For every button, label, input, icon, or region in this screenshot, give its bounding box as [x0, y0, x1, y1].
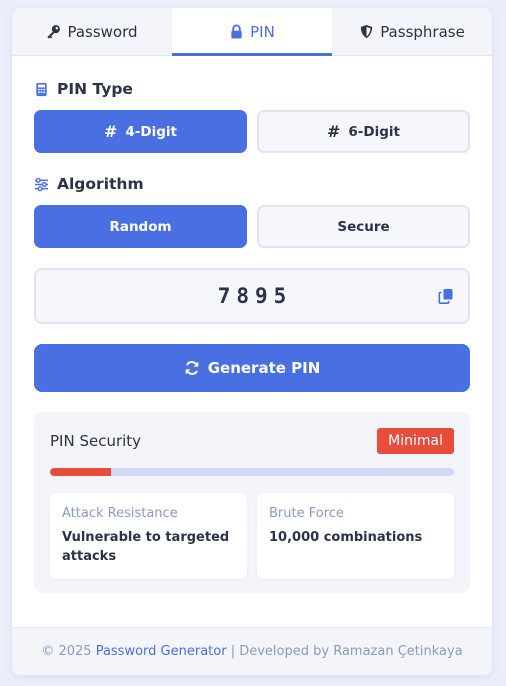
- footer-separator: |: [230, 644, 236, 659]
- algorithm-random-button[interactable]: Random: [34, 205, 247, 248]
- key-icon: [47, 25, 61, 39]
- algorithm-random-label: Random: [109, 218, 172, 235]
- tab-passphrase[interactable]: Passphrase: [332, 8, 492, 55]
- pin-value: 7895: [217, 284, 293, 308]
- copy-icon[interactable]: [438, 288, 454, 304]
- tab-bar: Password PIN Passphrase: [12, 8, 492, 56]
- strength-badge: Minimal: [377, 428, 454, 454]
- algorithm-options: Random Secure: [34, 205, 470, 248]
- pin-type-title: PIN Type: [57, 80, 133, 98]
- attack-resistance-card: Attack Resistance Vulnerable to targeted…: [50, 493, 247, 579]
- stat-label: Brute Force: [269, 506, 344, 521]
- pin-type-heading: PIN Type: [34, 80, 470, 98]
- security-stats: Attack Resistance Vulnerable to targeted…: [50, 493, 454, 579]
- tab-pin-label: PIN: [250, 22, 275, 41]
- lock-icon: [231, 24, 242, 39]
- pin-type-6-digit-button[interactable]: # 6-Digit: [257, 110, 470, 153]
- refresh-icon: [185, 361, 199, 375]
- calculator-icon: [36, 82, 47, 96]
- tab-passphrase-label: Passphrase: [380, 22, 465, 41]
- algorithm-title: Algorithm: [57, 175, 144, 193]
- stat-value: 10,000 combinations: [269, 530, 423, 545]
- generate-pin-label: Generate PIN: [207, 359, 321, 377]
- pin-type-options: # 4-Digit # 6-Digit: [34, 110, 470, 153]
- security-header: PIN Security Minimal: [50, 428, 454, 454]
- footer-copyright: © 2025: [41, 644, 92, 659]
- hash-icon: #: [327, 122, 341, 141]
- algorithm-secure-label: Secure: [337, 218, 390, 235]
- security-title: PIN Security: [50, 432, 142, 450]
- pin-type-6-digit-label: 6-Digit: [348, 123, 400, 140]
- sliders-icon: [34, 177, 49, 191]
- pin-security-panel: PIN Security Minimal Attack Resistance V…: [34, 412, 470, 593]
- shield-icon: [361, 24, 373, 39]
- pin-type-4-digit-label: 4-Digit: [125, 123, 177, 140]
- tab-pin[interactable]: PIN: [172, 8, 332, 56]
- hash-icon: #: [104, 122, 118, 141]
- tab-password-label: Password: [67, 22, 138, 41]
- algorithm-heading: Algorithm: [34, 175, 470, 193]
- stat-label: Attack Resistance: [62, 506, 178, 521]
- pin-panel: PIN Type # 4-Digit # 6-Digit Algorithm R…: [12, 80, 492, 593]
- algorithm-secure-button[interactable]: Secure: [257, 205, 470, 248]
- footer-link[interactable]: Password Generator: [96, 644, 227, 659]
- footer: © 2025 Password Generator | Developed by…: [12, 627, 492, 675]
- strength-meter-fill: [50, 468, 111, 476]
- brute-force-card: Brute Force 10,000 combinations: [257, 493, 454, 579]
- strength-meter: [50, 468, 454, 476]
- footer-credit: Developed by Ramazan Çetinkaya: [239, 644, 463, 659]
- pin-output-field[interactable]: 7895: [34, 268, 470, 324]
- stat-value: Vulnerable to targeted attacks: [62, 530, 230, 564]
- generator-card: Password PIN Passphrase PIN Type # 4-Dig…: [12, 8, 492, 675]
- pin-type-4-digit-button[interactable]: # 4-Digit: [34, 110, 247, 153]
- tab-password[interactable]: Password: [12, 8, 172, 55]
- generate-pin-button[interactable]: Generate PIN: [34, 344, 470, 392]
